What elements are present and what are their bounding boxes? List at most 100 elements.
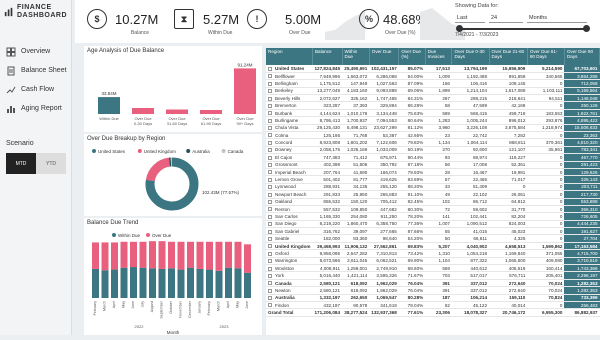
- expand-icon[interactable]: [268, 148, 272, 152]
- table-row[interactable]: Newton2,580,121618,0921,962,02976.04%391…: [266, 287, 600, 294]
- table-header-cell[interactable]: Over Due 21-60 Days: [489, 48, 527, 65]
- unit-select[interactable]: Months: [527, 13, 587, 23]
- table-row[interactable]: Concord8,923,8081,801,2027,122,60679.82%…: [266, 139, 600, 146]
- expand-icon[interactable]: [268, 193, 272, 197]
- table-row[interactable]: United Kingdom39,468,99311,906,13227,562…: [266, 242, 600, 249]
- table-row[interactable]: Seattle182,00083,36098,64054.20%5066,611…: [266, 235, 600, 242]
- table-cell: 67,703,601: [564, 65, 599, 72]
- table-row[interactable]: Renton557,532109,850447,68280.30%7259,60…: [266, 205, 600, 212]
- expand-icon[interactable]: [268, 303, 272, 307]
- table-cell: 1,005,244: [452, 117, 489, 124]
- table-row[interactable]: Australia1,332,197262,6501,069,54780.28%…: [266, 294, 600, 301]
- table-row[interactable]: United States127,824,84525,490,691102,43…: [266, 65, 600, 72]
- table-row[interactable]: Burbank4,144,6241,010,1763,134,44875.63%…: [266, 109, 600, 116]
- table-header-cell[interactable]: Over Due 61-90 Days: [527, 48, 564, 65]
- expand-icon[interactable]: [268, 267, 272, 271]
- table-row[interactable]: Colma125,16671,76853,38742.66%2322,7427,…: [266, 132, 600, 139]
- expand-icon[interactable]: [268, 156, 272, 160]
- table-row[interactable]: San Carlos1,165,330254,080911,25078.20%1…: [266, 213, 600, 220]
- expand-icon[interactable]: [268, 237, 272, 241]
- table-row[interactable]: Warrington8,673,5662,611,0456,062,52169.…: [266, 257, 600, 264]
- table-cell: 39,468,993: [312, 242, 342, 249]
- table-row[interactable]: Lemon Grove501,40281,777419,62583.69%572…: [266, 176, 600, 183]
- expand-icon[interactable]: [268, 82, 272, 86]
- table-cell: 23,627,299: [369, 124, 399, 131]
- expand-icon[interactable]: [268, 259, 272, 263]
- expand-icon[interactable]: [268, 97, 272, 101]
- table-header-cell[interactable]: Region: [266, 48, 312, 65]
- expand-icon[interactable]: [268, 133, 272, 137]
- period-select[interactable]: Last: [455, 13, 485, 23]
- nav-item-overview[interactable]: Overview: [0, 42, 71, 61]
- table-header-cell[interactable]: Over Due: [369, 48, 399, 65]
- table-row[interactable]: York5,016,4401,421,1143,595,32671.67%703…: [266, 272, 600, 279]
- nav-item-aging-report[interactable]: Aging Report: [0, 99, 71, 118]
- table-row[interactable]: San Diego8,219,2201,860,4706,358,75077.3…: [266, 220, 600, 227]
- table-row[interactable]: Burlingame8,795,4131,700,9377,094,55380.…: [266, 117, 600, 124]
- date-range-slider[interactable]: [458, 28, 588, 30]
- table-row[interactable]: Newport Beach291,83325,950265,88391.10%4…: [266, 191, 600, 198]
- expand-icon[interactable]: [268, 74, 272, 78]
- table-header-cell[interactable]: Over Due 90 Days: [564, 48, 599, 65]
- table-header-cell[interactable]: Within Due: [342, 48, 369, 65]
- table-row[interactable]: Imperial Beach207,76441,690166,07479.93%…: [266, 168, 600, 175]
- trend-year-label: 2023: [220, 324, 230, 329]
- table-cell: 50: [425, 235, 452, 242]
- table-cell: 356,310: [564, 205, 599, 212]
- table-header-cell[interactable]: Over Due 0-30 Days: [452, 48, 489, 65]
- nav-item-balance-sheet[interactable]: Balance Sheet: [0, 61, 71, 80]
- table-row[interactable]: Oxford9,958,0952,647,2827,310,81373.42%1…: [266, 250, 600, 257]
- table-header-cell[interactable]: Due Invoices: [425, 48, 452, 65]
- expand-icon[interactable]: [268, 163, 272, 167]
- table-row[interactable]: Lynnwood288,93134,135255,12088.20%3351,4…: [266, 183, 600, 190]
- expand-icon[interactable]: [268, 119, 272, 123]
- table-row[interactable]: Grossmont402,39851,606350,79287.18%5617,…: [266, 161, 600, 168]
- expand-icon[interactable]: [268, 244, 272, 248]
- expand-icon[interactable]: [268, 281, 272, 285]
- expand-icon[interactable]: [268, 215, 272, 219]
- expand-icon[interactable]: [268, 222, 272, 226]
- ytd-button[interactable]: YTD: [36, 153, 66, 174]
- expand-icon[interactable]: [268, 178, 272, 182]
- expand-icon[interactable]: [268, 104, 272, 108]
- expand-icon[interactable]: [268, 200, 272, 204]
- expand-icon[interactable]: [268, 126, 272, 130]
- expand-icon[interactable]: [268, 185, 272, 189]
- column-chart-icon: [6, 104, 16, 114]
- table-header-cell[interactable]: Over Due (%): [399, 48, 425, 65]
- table-row[interactable]: Bellflower7,949,9961,663,0726,286,06884.…: [266, 72, 600, 79]
- expand-icon[interactable]: [268, 111, 272, 115]
- expand-icon[interactable]: [268, 141, 272, 145]
- table-row[interactable]: Bellingham1,175,512147,9491,027,56387.09…: [266, 80, 600, 87]
- table-row[interactable]: San Gabriel316,76239,097277,66587.66%554…: [266, 228, 600, 235]
- table-row[interactable]: Beverly Hills2,072,627325,1621,747,46584…: [266, 95, 600, 102]
- table-cell: 9,093,889: [369, 87, 399, 94]
- expand-icon[interactable]: [268, 296, 272, 300]
- table-cell: 1,175,512: [312, 80, 342, 87]
- mtd-button[interactable]: MTD: [6, 153, 36, 174]
- table-cell: 0: [527, 154, 564, 161]
- table-cell: 5,016,440: [312, 272, 342, 279]
- expand-icon[interactable]: [268, 252, 272, 256]
- table-row[interactable]: Oakland855,532150,120705,41282.45%10286,…: [266, 198, 600, 205]
- table-row[interactable]: El Cajon747,38371,412675,97190.44%9388,9…: [266, 154, 600, 161]
- expand-icon[interactable]: [268, 289, 272, 293]
- nav-item-cash-flow[interactable]: Cash Flow: [0, 80, 71, 99]
- table-row[interactable]: Woolston4,008,9111,259,0012,749,91068.60…: [266, 265, 600, 272]
- table-header-cell[interactable]: Balance: [312, 48, 342, 65]
- table-row[interactable]: Grand Total171,206,08438,277,524132,937,…: [266, 309, 600, 316]
- table-row[interactable]: Downey2,058,1751,025,1661,033,00950.19%2…: [266, 146, 600, 153]
- table-cell: 1,282,353: [564, 287, 599, 294]
- expand-icon[interactable]: [268, 274, 272, 278]
- table-row[interactable]: Chula Vista29,125,4305,498,13123,627,299…: [266, 124, 600, 131]
- expand-icon[interactable]: [268, 89, 272, 93]
- expand-icon[interactable]: [268, 207, 272, 211]
- expand-icon[interactable]: [268, 230, 272, 234]
- table-row[interactable]: Berkeley13,277,0494,183,1609,093,88969.0…: [266, 87, 600, 94]
- table-row[interactable]: Canada2,580,121618,0921,962,02976.04%391…: [266, 279, 600, 286]
- count-input[interactable]: 24: [489, 13, 523, 23]
- table-row[interactable]: Bremerton323,28737,393329,89486.28%5847,…: [266, 102, 600, 109]
- expand-icon[interactable]: [268, 170, 272, 174]
- table-row[interactable]: Findon432,19790,578341,61979.04%6245,122…: [266, 302, 600, 309]
- expand-icon[interactable]: [268, 67, 272, 71]
